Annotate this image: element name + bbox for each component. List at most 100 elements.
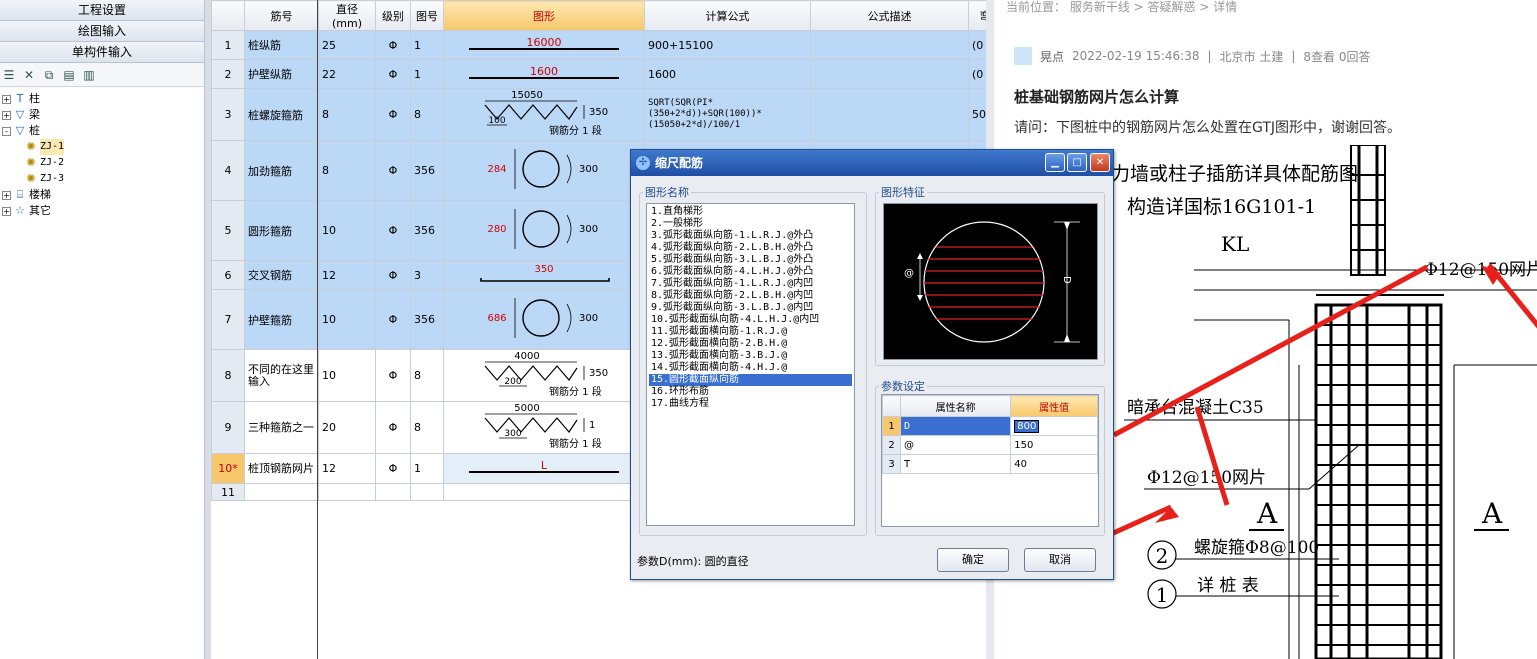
cell-desc[interactable] (810, 59, 969, 89)
cell-fig[interactable]: 356 (410, 200, 444, 261)
col-header-bend[interactable]: 弯 (968, 0, 986, 31)
cell-diameter[interactable]: 10 (318, 349, 376, 402)
cell-shape[interactable]: 15050 350 100 钢筋分 1 段 (443, 88, 645, 141)
shape-list-item[interactable]: 3.弧形截面纵向筋-1.L.R.J.@外凸 (649, 230, 852, 242)
cell-grade[interactable]: Φ (375, 289, 411, 350)
cell-shape[interactable] (443, 483, 645, 501)
shape-list-item[interactable]: 4.弧形截面纵向筋-2.L.B.H.@外凸 (649, 242, 852, 254)
expand-icon[interactable]: + (2, 206, 11, 216)
cell-diameter[interactable]: 25 (318, 30, 376, 60)
shape-list-item[interactable]: 13.弧形截面横向筋-3.B.J.@ (649, 350, 852, 362)
cell-name[interactable]: 桩螺旋箍筋 (244, 88, 319, 141)
shape-list-item[interactable]: 14.弧形截面横向筋-4.H.J.@ (649, 362, 852, 374)
cell-name[interactable]: 不同的在这里输入 (244, 349, 319, 402)
cell-fig[interactable]: 356 (410, 140, 444, 201)
shape-list-item[interactable]: 15.圆形截面纵向筋 (649, 374, 852, 386)
param-row[interactable]: 2 @ 150 (882, 435, 1098, 455)
param-value[interactable]: 800 (1014, 419, 1040, 433)
cell-shape[interactable]: 4000 350 200 钢筋分 1 段 (443, 349, 645, 402)
cell-diameter[interactable]: 22 (318, 59, 376, 89)
import-icon[interactable]: ▥ (82, 68, 96, 82)
tree-item-zj3[interactable]: ✺ ZJ-3 (2, 171, 204, 187)
close-icon[interactable]: ✕ (1090, 153, 1110, 172)
cell-shape[interactable]: 280 300 (443, 200, 645, 261)
table-row[interactable]: 2 护壁纵筋 22 Φ 1 1600 1600 (0 (211, 59, 986, 89)
tree-item-pile[interactable]: - ▽ 桩 (2, 123, 204, 139)
tree-item-beam[interactable]: + ▽ 梁 (2, 107, 204, 123)
cell-diameter[interactable] (318, 483, 376, 501)
param-row[interactable]: 1 D 800 (882, 416, 1098, 436)
cell-fig[interactable]: 1 (410, 30, 444, 60)
shape-list-item[interactable]: 11.弧形截面横向筋-1.R.J.@ (649, 326, 852, 338)
cell-grade[interactable]: Φ (375, 453, 411, 484)
shape-list-item[interactable]: 5.弧形截面纵向筋-3.L.B.J.@外凸 (649, 254, 852, 266)
cell-name[interactable]: 加劲箍筋 (244, 140, 319, 201)
col-header-formula[interactable]: 计算公式 (644, 0, 811, 31)
shape-list-item[interactable]: 6.弧形截面纵向筋-4.L.H.J.@外凸 (649, 266, 852, 278)
cell-desc[interactable] (810, 88, 969, 141)
cell-name[interactable]: 桩顶钢筋网片 (244, 453, 319, 484)
author-name[interactable]: 晃点 (1040, 48, 1064, 65)
cell-grade[interactable]: Φ (375, 30, 411, 60)
tree-item-other[interactable]: + ☆ 其它 (2, 203, 204, 219)
col-header-fig[interactable]: 图号 (410, 0, 444, 31)
param-value-input[interactable]: 150 (1010, 435, 1098, 455)
cell-shape[interactable]: 686 300 (443, 289, 645, 350)
nav-single-component-input[interactable]: 单构件输入 (0, 42, 204, 63)
cell-fig[interactable]: 3 (410, 260, 444, 290)
cell-diameter[interactable]: 12 (318, 453, 376, 484)
col-header-shape[interactable]: 图形 (443, 0, 645, 31)
cell-diameter[interactable]: 10 (318, 200, 376, 261)
ok-button[interactable]: 确定 (937, 548, 1009, 572)
col-header-grade[interactable]: 级别 (375, 0, 411, 31)
avatar[interactable] (1014, 47, 1032, 65)
paste-icon[interactable]: ▤ (62, 68, 76, 82)
cell-fig[interactable]: 8 (410, 401, 444, 454)
cell-formula[interactable]: 1600 (644, 59, 811, 89)
cell-grade[interactable]: Φ (375, 260, 411, 290)
shape-list-item[interactable]: 7.弧形截面纵向筋-1.L.R.J.@内凹 (649, 278, 852, 290)
shape-list-item[interactable]: 12.弧形截面横向筋-2.B.H.@ (649, 338, 852, 350)
shape-list-item[interactable]: 9.弧形截面纵向筋-3.L.B.J.@内凹 (649, 302, 852, 314)
maximize-icon[interactable]: □ (1067, 153, 1087, 172)
cell-name[interactable]: 桩纵筋 (244, 30, 319, 60)
dialog-titlebar[interactable]: ✢ 缩尺配筋 ▁ □ ✕ (631, 150, 1113, 176)
cell-name[interactable]: 三种箍筋之一 (244, 401, 319, 454)
cell-shape[interactable]: 284 300 (443, 140, 645, 201)
expand-icon[interactable]: + (2, 94, 11, 104)
param-row[interactable]: 3 T 40 (882, 454, 1098, 474)
shape-list-item[interactable]: 16.环形布筋 (649, 386, 852, 398)
shape-list-item[interactable]: 2.一般梯形 (649, 218, 852, 230)
cell-formula[interactable]: 900+15100 (644, 30, 811, 60)
param-value-input[interactable]: 40 (1010, 454, 1098, 474)
cell-shape[interactable]: 1600 (443, 59, 645, 89)
cell-shape[interactable]: 5000 1 300 钢筋分 1 段 (443, 401, 645, 454)
cell-bend[interactable]: 50 (968, 88, 986, 141)
cell-grade[interactable] (375, 483, 411, 501)
cell-fig[interactable]: 1 (410, 453, 444, 484)
shape-list-item[interactable]: 8.弧形截面纵向筋-2.L.B.H.@内凹 (649, 290, 852, 302)
cell-shape[interactable]: 16000 (443, 30, 645, 60)
minimize-icon[interactable]: ▁ (1045, 153, 1065, 172)
nav-project-settings[interactable]: 工程设置 (0, 0, 204, 21)
list-icon[interactable]: ☰ (2, 68, 16, 82)
tree-item-stairs[interactable]: + ⌸ 楼梯 (2, 187, 204, 203)
col-header-desc[interactable]: 公式描述 (810, 0, 969, 31)
cell-grade[interactable]: Φ (375, 88, 411, 141)
cell-grade[interactable]: Φ (375, 401, 411, 454)
cell-name[interactable] (244, 483, 319, 501)
nav-drawing-input[interactable]: 绘图输入 (0, 21, 204, 42)
cell-grade[interactable]: Φ (375, 349, 411, 402)
cell-name[interactable]: 交叉钢筋 (244, 260, 319, 290)
tree-item-column[interactable]: + T 柱 (2, 91, 204, 107)
cell-formula[interactable]: SQRT(SQR(PI*(350+2*d))+SQR(100))*(15050+… (644, 88, 811, 141)
cell-fig[interactable] (410, 483, 444, 501)
col-header-num[interactable] (211, 0, 245, 31)
cell-shape[interactable]: L (443, 453, 645, 484)
shape-list-item[interactable]: 17.曲线方程 (649, 398, 852, 410)
cell-name[interactable]: 护壁箍筋 (244, 289, 319, 350)
table-row[interactable]: 1 桩纵筋 25 Φ 1 16000 900+15100 (0 (211, 30, 986, 60)
cell-diameter[interactable]: 20 (318, 401, 376, 454)
cell-grade[interactable]: Φ (375, 140, 411, 201)
col-header-name[interactable]: 筋号 (244, 0, 319, 31)
